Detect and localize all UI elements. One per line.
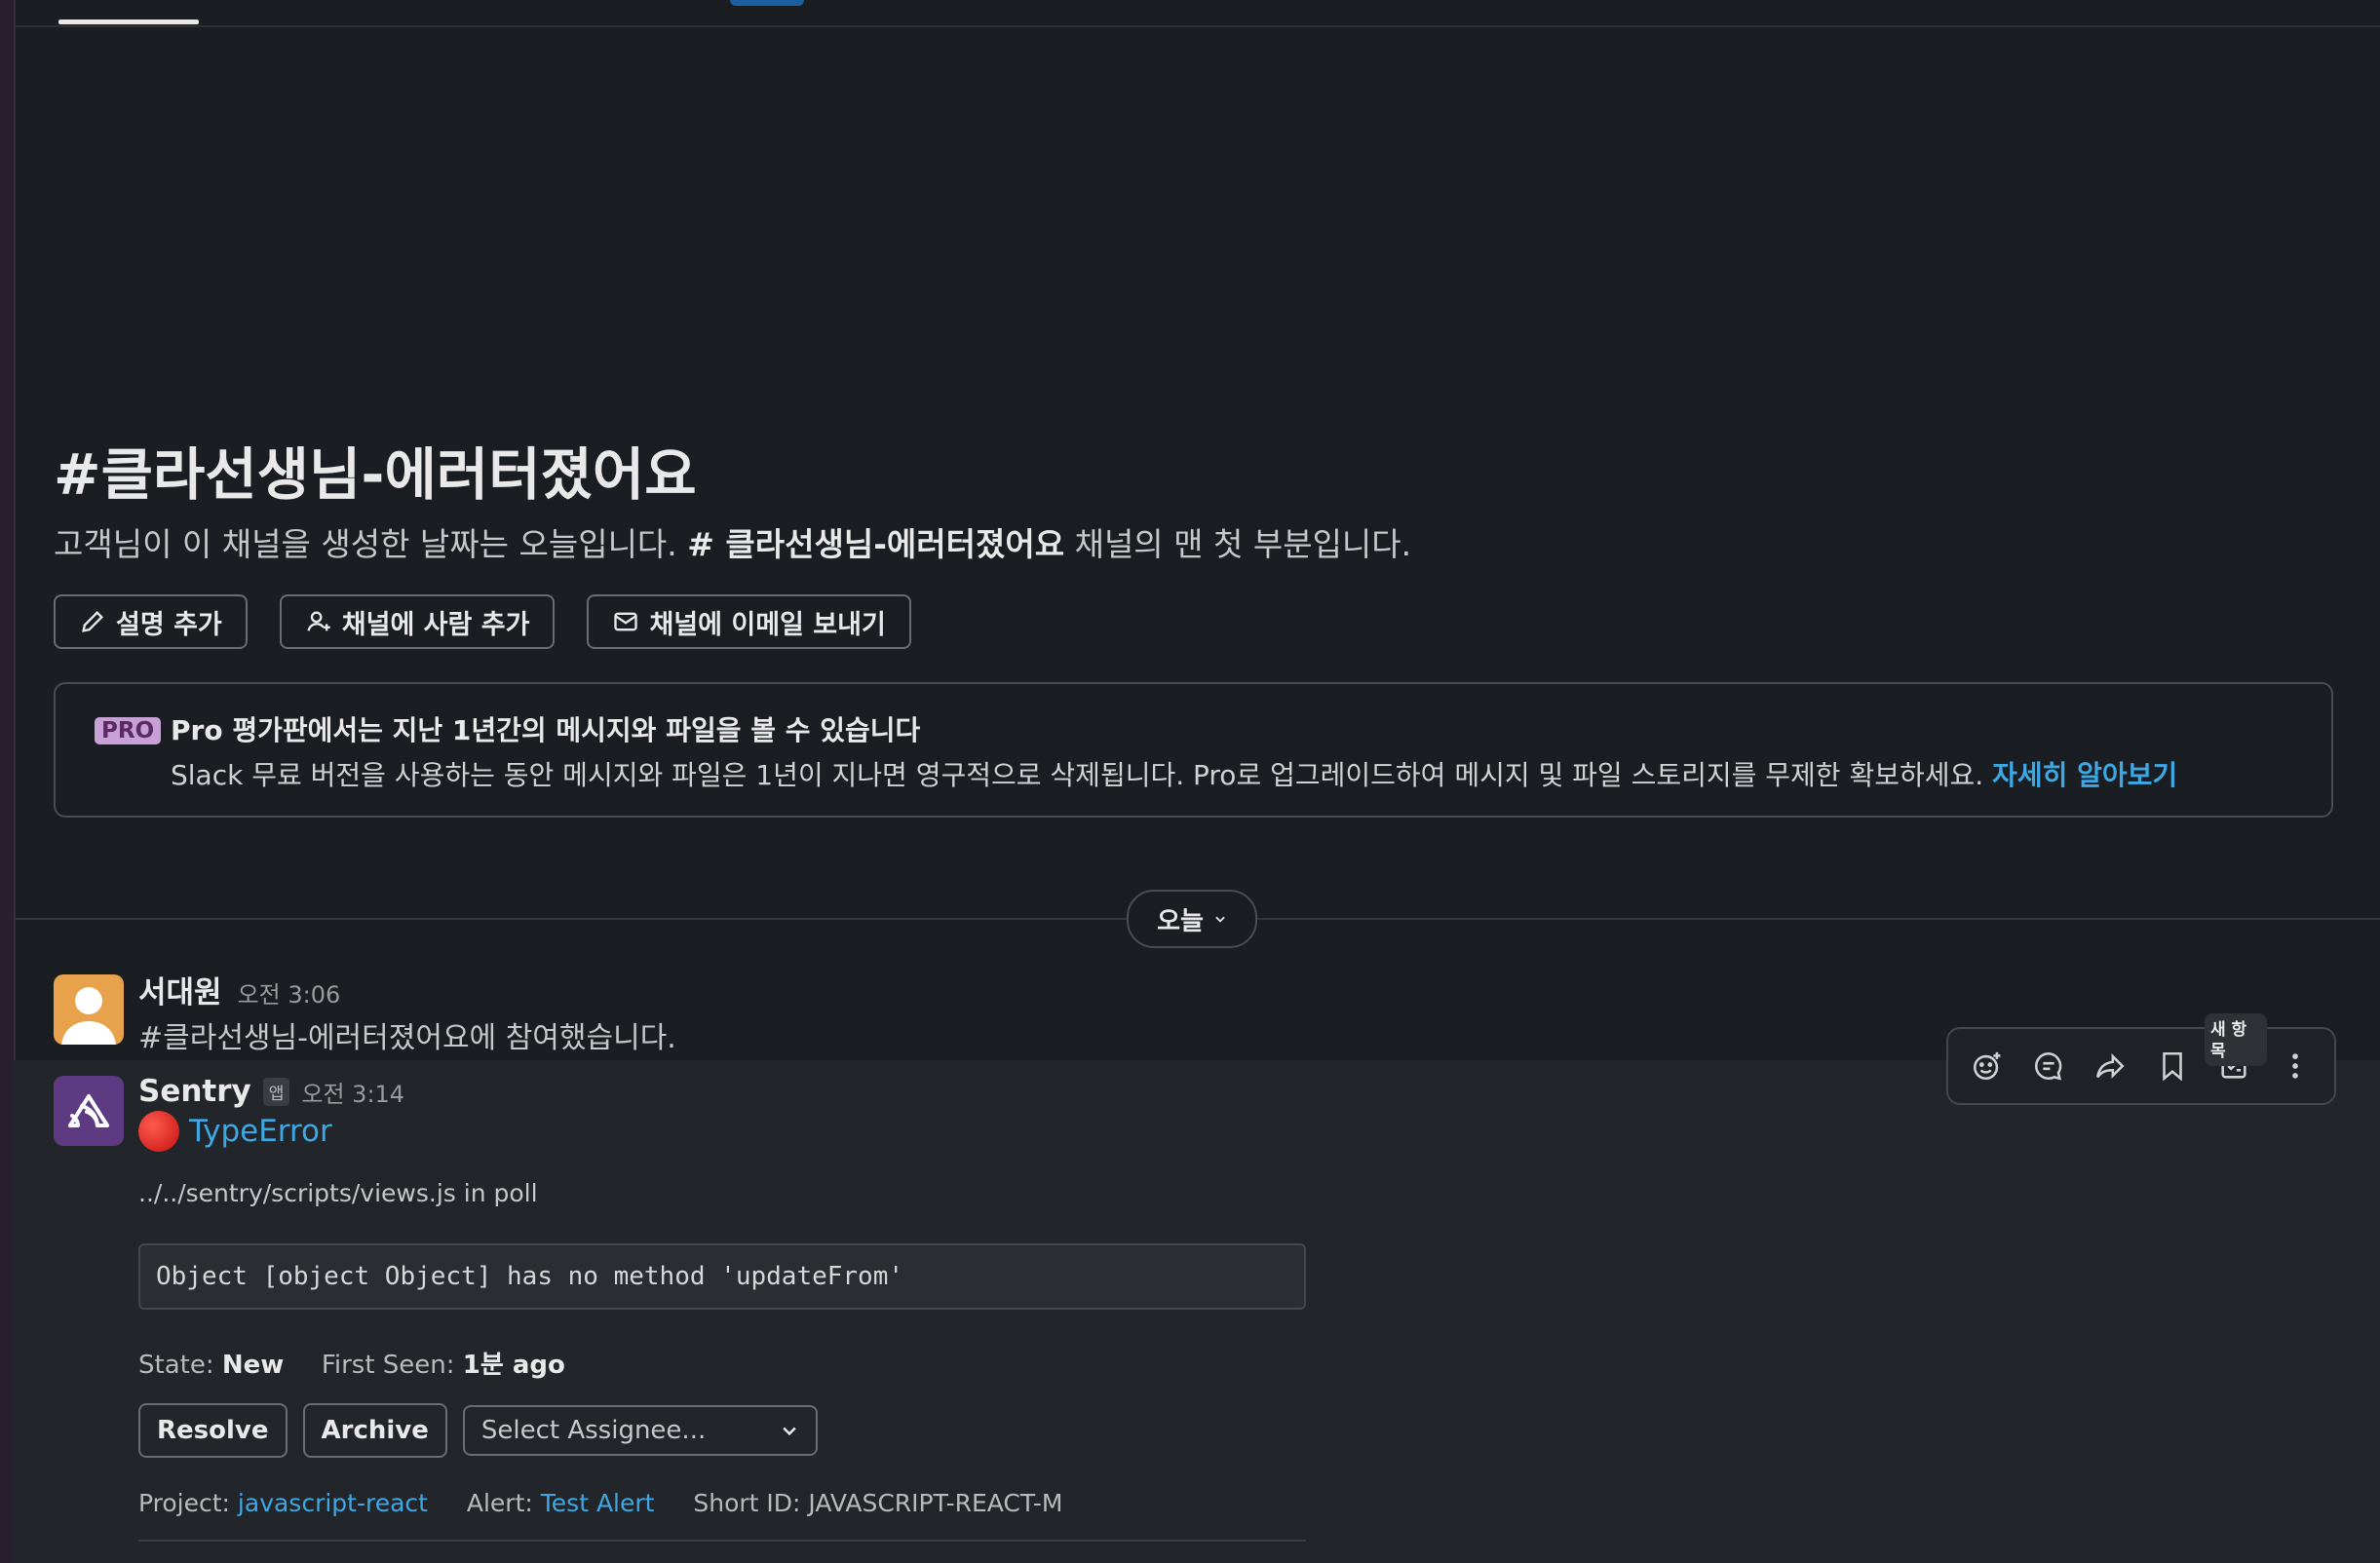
pro-banner-title: Pro 평가판에서는 지난 1년간의 메시지와 파일을 볼 수 있습니다 [171,714,921,746]
channel-intro-after: 채널의 맨 첫 부분입니다. [1074,525,1412,563]
red-circle-icon [138,1111,179,1152]
chevron-down-icon [1215,916,1225,923]
message-time[interactable]: 오전 3:14 [301,1075,404,1109]
date-jump-button[interactable]: 오늘 [1127,890,1257,948]
message-author[interactable]: Sentry [138,1074,251,1109]
toolbar-tooltip: 새 항목 [2205,1013,2267,1066]
send-email-button[interactable]: 채널에 이메일 보내기 [587,594,911,649]
message-sentry[interactable]: Sentry 앱 오전 3:14 TypeError ../../sentry/… [14,1060,2380,1563]
channel-title: #클라선생님-에러터졌어요 [54,441,697,508]
first-seen-value: 1분 ago [462,1351,565,1380]
message-hover-toolbar [1946,1027,2336,1105]
error-title-row: TypeError [138,1111,332,1152]
short-id-value: JAVASCRIPT-REACT-M [808,1489,1063,1517]
error-path: ../../sentry/scripts/views.js in poll [138,1179,538,1207]
project-label: Project: [138,1489,230,1517]
message-author[interactable]: 서대원 [138,968,222,1011]
error-code-block: Object [object Object] has no method 'up… [138,1243,1306,1310]
issue-meta: Project: javascript-react Alert: Test Al… [138,1489,1062,1517]
alert-label: Alert: [466,1489,533,1517]
pro-trial-banner: PRO Pro 평가판에서는 지난 1년간의 메시지와 파일을 볼 수 있습니다… [54,682,2333,818]
message-header: Sentry 앱 오전 3:14 [138,1074,404,1109]
add-person-icon [307,611,330,631]
add-description-button[interactable]: 설명 추가 [54,594,248,649]
share-icon[interactable] [2085,1041,2135,1091]
email-icon [614,612,638,631]
assignee-placeholder: Select Assignee... [480,1416,707,1445]
add-people-button[interactable]: 채널에 사람 추가 [279,594,556,649]
sentry-logo-icon [68,1094,109,1127]
date-label: 오늘 [1157,906,1204,936]
short-id-label: Short ID: [693,1489,801,1517]
bookmark-icon[interactable] [2147,1041,2198,1091]
add-reaction-icon[interactable] [1962,1041,2013,1091]
more-actions-icon[interactable] [2270,1041,2321,1091]
app-badge: 앱 [262,1077,290,1106]
state-value: New [221,1351,285,1380]
pro-badge: PRO [95,717,162,744]
channel-intro-name[interactable]: # 클라선생님-에러터졌어요 [687,525,1064,563]
first-seen-label: First Seen: [321,1351,455,1380]
channel-intro-before: 고객님이 이 채널을 생성한 날짜는 오늘입니다. [54,525,677,563]
assignee-select[interactable]: Select Assignee... [462,1405,818,1456]
state-label: State: [138,1351,214,1380]
reply-thread-icon[interactable] [2023,1041,2074,1091]
message-time[interactable]: 오전 3:06 [238,975,341,1010]
active-tab-indicator [58,19,199,24]
channel-intro-actions: 설명 추가 채널에 사람 추가 채널에 이메일 보내기 [54,594,911,649]
user-avatar-icon [61,987,116,1045]
pro-banner-text: Slack 무료 버전을 사용하는 동안 메시지와 파일은 1년이 지나면 영구… [171,759,1984,791]
issue-actions: Resolve Archive Select Assignee... [138,1403,818,1458]
send-email-label: 채널에 이메일 보내기 [649,609,886,640]
issue-state: State: New First Seen: 1분 ago [138,1345,565,1381]
chevron-down-icon [783,1427,796,1436]
error-title-link[interactable]: TypeError [189,1114,332,1149]
add-people-label: 채널에 사람 추가 [341,609,530,640]
tab-badge[interactable] [730,0,804,6]
message-header: 서대원 오전 3:06 [138,968,340,1011]
alert-link[interactable]: Test Alert [541,1489,655,1517]
project-link[interactable]: javascript-react [238,1489,428,1517]
avatar[interactable] [54,974,124,1045]
add-description-label: 설명 추가 [116,609,222,640]
pencil-icon [82,611,103,632]
learn-more-link[interactable]: 자세히 알아보기 [1992,759,2177,791]
message-text: #클라선생님-에러터졌어요에 참여했습니다. [138,1021,676,1055]
sentry-avatar[interactable] [54,1076,124,1146]
attachment-divider [138,1540,1306,1542]
archive-button[interactable]: Archive [302,1403,447,1458]
channel-tabs-bar [14,0,2380,27]
channel-intro-text: 고객님이 이 채널을 생성한 날짜는 오늘입니다. # 클라선생님-에러터졌어요… [54,518,1411,565]
pro-banner-body: Slack 무료 버전을 사용하는 동안 메시지와 파일은 1년이 지나면 영구… [171,754,2177,793]
resolve-button[interactable]: Resolve [138,1403,288,1458]
